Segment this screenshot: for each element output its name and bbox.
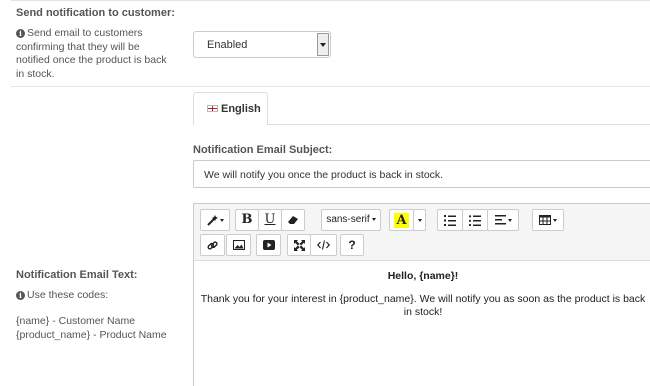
align-left-icon — [494, 215, 506, 225]
font-name-dropdown[interactable]: sans-serif — [321, 209, 381, 231]
paragraph-align-dropdown[interactable] — [487, 209, 519, 231]
font-color-dropdown[interactable] — [413, 209, 426, 231]
help-button[interactable]: ? — [340, 234, 364, 256]
code-icon — [317, 240, 330, 250]
email-greeting: Hello, {name}! — [387, 270, 459, 282]
editor-toolbar: B U sans-serif A ? — [194, 204, 650, 261]
subject-label: Notification Email Subject: — [193, 144, 333, 156]
unordered-list-button[interactable] — [462, 209, 488, 231]
code-list: {name} - Customer Name {product_name} - … — [16, 315, 167, 342]
video-icon — [262, 240, 275, 251]
tab-english-label: English — [221, 103, 261, 115]
magic-wand-icon — [206, 214, 218, 226]
link-icon — [207, 240, 218, 250]
eraser-icon — [288, 216, 298, 225]
email-text-label: Notification Email Text: — [16, 269, 138, 281]
email-message: Thank you for your interest in {product_… — [200, 293, 646, 318]
info-icon: i — [16, 291, 25, 300]
fullscreen-icon — [293, 239, 305, 251]
video-button[interactable] — [256, 234, 281, 256]
subject-input[interactable]: We will notify you once the product is b… — [193, 160, 650, 188]
table-dropdown[interactable] — [532, 209, 564, 231]
info-icon: i — [16, 29, 25, 38]
bold-button[interactable]: B — [235, 209, 259, 231]
email-text-editor[interactable]: B U sans-serif A ? Hello, {name}! Thank … — [193, 203, 650, 386]
top-divider — [11, 0, 650, 1]
uk-flag-icon — [207, 105, 218, 112]
font-color-icon: A — [394, 213, 409, 228]
select-value: Enabled — [207, 39, 248, 51]
code-view-button[interactable] — [310, 234, 337, 256]
code-name: {name} - Customer Name — [16, 315, 136, 327]
picture-icon — [232, 240, 245, 251]
underline-button[interactable]: U — [258, 209, 282, 231]
chevron-down-icon[interactable] — [317, 33, 329, 56]
section-divider — [11, 86, 650, 87]
link-button[interactable] — [200, 234, 225, 256]
editor-content[interactable]: Hello, {name}! Thank you for your intere… — [194, 261, 650, 319]
send-notification-help: i Send email to customers confirming that… — [16, 27, 167, 80]
ordered-list-button[interactable] — [437, 209, 463, 231]
unordered-list-icon — [469, 214, 481, 226]
tabs-underline — [268, 124, 650, 125]
fullscreen-button[interactable] — [287, 234, 311, 256]
send-notification-label: Send notification to customer: — [16, 7, 175, 19]
code-product-name: {product_name} - Product Name — [16, 328, 167, 341]
tab-english[interactable]: English — [193, 92, 268, 125]
table-icon — [539, 215, 551, 226]
picture-button[interactable] — [226, 234, 251, 256]
ordered-list-icon — [444, 214, 456, 226]
font-color-button[interactable]: A — [389, 209, 414, 231]
eraser-button[interactable] — [281, 209, 305, 231]
send-notification-select[interactable]: Enabled — [193, 31, 331, 58]
email-text-help: i Use these codes: — [16, 289, 108, 303]
magic-wand-button[interactable] — [200, 209, 230, 231]
